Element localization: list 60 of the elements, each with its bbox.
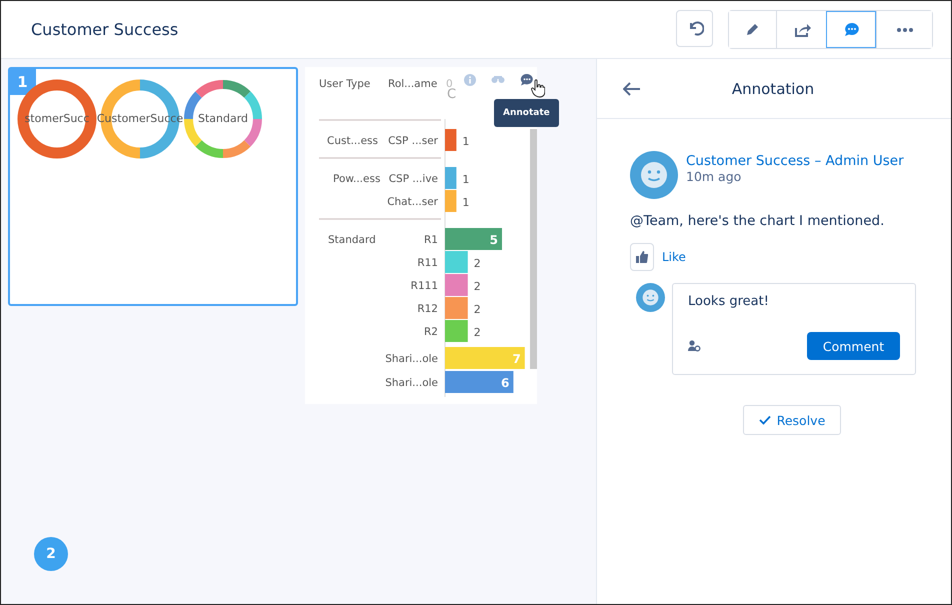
bar-value-label: 1 <box>462 135 470 148</box>
bar-value-label: 2 <box>474 280 481 293</box>
scrollbar[interactable] <box>530 129 537 369</box>
role-label: R111 <box>410 280 438 292</box>
like-link[interactable]: Like <box>662 250 686 264</box>
thumbs-up-icon <box>636 251 648 263</box>
bar-value-label: 5 <box>490 233 498 247</box>
role-label: Shari...ole <box>385 353 438 365</box>
bar-value-label: 6 <box>501 376 510 390</box>
bar <box>445 274 468 296</box>
annotation-text: @Team, here's the chart I mentioned. <box>630 213 886 229</box>
role-label: R2 <box>424 326 438 338</box>
chat-bubble-icon[interactable] <box>520 73 534 87</box>
undo-button[interactable] <box>676 10 713 47</box>
user-type-label: Pow...ess <box>333 173 380 185</box>
role-label: Shari...ole <box>385 377 438 389</box>
timestamp: 10m ago <box>686 169 742 184</box>
avatar <box>636 283 665 312</box>
user-type-label: Standard <box>328 234 376 246</box>
axis-tick-label: 0 <box>446 78 453 90</box>
role-label: CSP ...ive <box>388 173 438 185</box>
role-label: R12 <box>417 303 438 315</box>
donut-label: Standard <box>198 112 248 125</box>
axis-title: C <box>447 87 456 102</box>
bar-value-label: 7 <box>512 352 521 366</box>
check-icon <box>758 415 771 425</box>
tooltip: Annotate <box>494 99 559 127</box>
panel-title: Annotation <box>730 80 816 98</box>
widget-number[interactable]: 2 <box>34 537 68 571</box>
avatar <box>630 151 678 199</box>
mention-icon[interactable] <box>688 340 701 352</box>
role-label: R1 <box>424 234 438 246</box>
back-icon[interactable] <box>623 82 641 96</box>
like-button[interactable] <box>630 243 654 271</box>
resolve-button[interactable]: Resolve <box>742 405 842 435</box>
bar <box>445 167 456 189</box>
comment-field[interactable]: Looks great! Comment <box>672 283 916 375</box>
chat-bubble-icon <box>842 20 860 38</box>
column-header: Rol...ame <box>388 78 438 90</box>
bar-value-label: 2 <box>474 326 481 339</box>
chat-bubble-button[interactable] <box>826 11 876 48</box>
bar-value-label: 2 <box>474 303 481 316</box>
role-label: R11 <box>417 257 438 269</box>
bar-value-label: 1 <box>462 173 470 186</box>
bar <box>445 129 456 151</box>
user-type-label: Cust...ess <box>327 135 378 147</box>
widget-number: 1 <box>9 68 36 95</box>
comment-button[interactable]: Comment <box>807 332 900 360</box>
bar-value-label: 1 <box>462 196 470 209</box>
bar-value-label: 2 <box>474 257 481 270</box>
column-header: User Type <box>319 78 370 90</box>
bar <box>445 297 468 319</box>
author-link[interactable]: Customer Success – Admin User <box>686 153 904 169</box>
more-icon <box>896 28 914 32</box>
dashboard-title: Customer Success <box>31 20 180 39</box>
bar <box>445 371 514 393</box>
role-label: Chat...ser <box>387 196 438 208</box>
bar <box>445 320 468 342</box>
bar <box>445 190 456 212</box>
role-label: CSP ...ser <box>388 135 438 147</box>
